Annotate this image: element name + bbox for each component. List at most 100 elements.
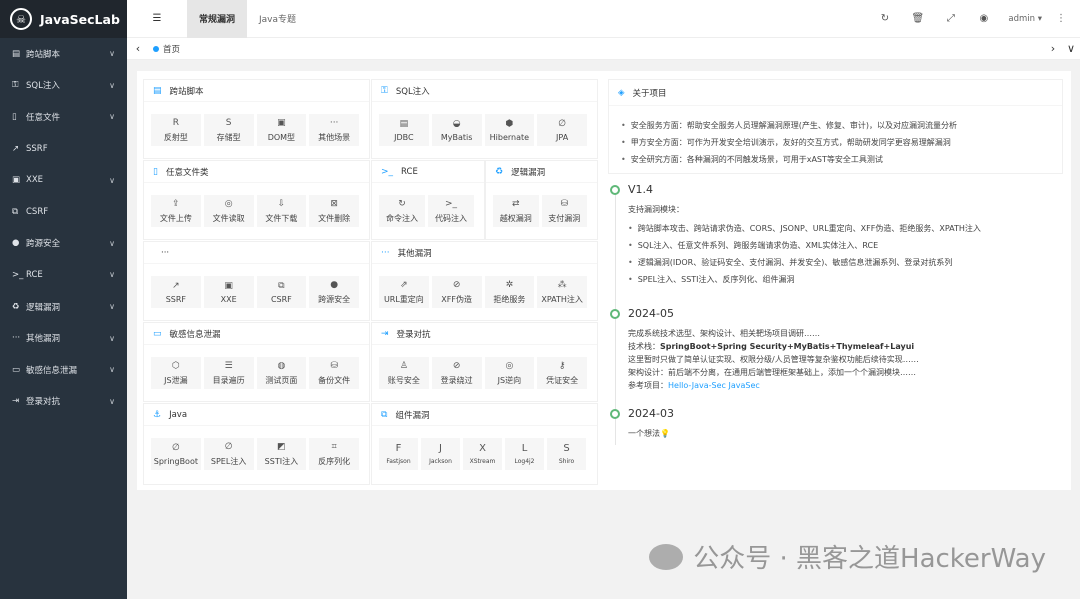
sidebar-item[interactable]: ⚿ SQL注入 ∨	[0, 70, 127, 102]
trash-icon[interactable]: 🗑	[901, 13, 934, 24]
chevron-left-icon[interactable]: ‹	[127, 42, 149, 55]
tech-stack: SpringBoot+Spring Security+MyBatis+Thyme…	[660, 342, 915, 351]
tile-label: XPATH注入	[541, 295, 583, 304]
tile-label: XXE	[220, 295, 237, 304]
vuln-tile[interactable]: ⊘ 登录绕过	[431, 357, 482, 389]
vuln-tile[interactable]: F Fastjson	[379, 438, 418, 470]
tile-icon: ↗	[172, 281, 180, 291]
github-icon[interactable]: ◉	[967, 13, 1000, 24]
sidebar-item-label: 逻辑漏洞	[26, 302, 61, 313]
vuln-tile[interactable]: ⚷ 凭证安全	[537, 357, 587, 389]
vuln-tile[interactable]: ∅ SpringBoot	[151, 438, 201, 470]
vuln-tile[interactable]: ⛁ 备份文件	[309, 357, 359, 389]
vuln-tile[interactable]: ∅ SPEL注入	[203, 438, 254, 470]
timeline-item: 2024-03 一个想法💡	[608, 407, 1063, 447]
sidebar-item[interactable]: ⇥ 登录对抗 ∨	[0, 386, 127, 418]
sidebar-item[interactable]: ♻ 逻辑漏洞 ∨	[0, 291, 127, 323]
vuln-tile[interactable]: L Log4j2	[505, 438, 544, 470]
sidebar-item-label: RCE	[26, 269, 43, 280]
tile-label: SpringBoot	[153, 457, 198, 466]
vuln-tile[interactable]: ⛁ 支付漏洞	[541, 195, 587, 227]
sidebar-item[interactable]: ▭ 敏感信息泄漏 ∨	[0, 354, 127, 386]
vuln-tile[interactable]: ● 跨源安全	[309, 276, 359, 308]
vuln-tile[interactable]: ↻ 命令注入	[379, 195, 425, 227]
vuln-tile[interactable]: S Shiro	[547, 438, 586, 470]
more-icon[interactable]: ⋮	[1056, 13, 1066, 24]
sidebar-item-icon: ↗	[12, 143, 20, 154]
vuln-tile[interactable]: ∅ JPA	[537, 114, 587, 146]
vuln-tile[interactable]: ⌗ 反序列化	[309, 438, 359, 470]
vuln-tile[interactable]: ⬢ Hibernate	[484, 114, 535, 146]
vuln-tile[interactable]: X XStream	[463, 438, 502, 470]
category-icon: ⚓	[153, 409, 162, 420]
sidebar-item[interactable]: >_ RCE ∨	[0, 259, 127, 291]
home-tab[interactable]: 首页	[153, 43, 180, 55]
tile-label: 文件读取	[212, 214, 245, 223]
vuln-tile[interactable]: ⇪ 文件上传	[151, 195, 201, 227]
vuln-tile[interactable]: ⊠ 文件删除	[309, 195, 359, 227]
vuln-tile[interactable]: S 存储型	[203, 114, 254, 146]
tab-common-vulns[interactable]: 常规漏洞	[187, 0, 248, 38]
chevron-down-icon[interactable]: ∨	[1062, 42, 1080, 55]
fullscreen-icon[interactable]: ⤢	[934, 13, 967, 24]
tab-bar: ‹ 首页 › ∨	[127, 38, 1080, 60]
tile-icon: ⬡	[171, 361, 180, 371]
tab-java-topics[interactable]: Java专题	[247, 0, 308, 38]
main-panel: ▤ 跨站脚本 R 反射型 S 存储型 ▣ DOM型 ··· 其他场景 ⚿ SQL注入 ▤ JDBC ◒ MyB…	[137, 71, 1071, 490]
about-card: ◈ 关于项目 安全服务方面：帮助安全服务人员理解漏洞原理(产生、修复、审计)，以…	[608, 79, 1063, 174]
sidebar-item[interactable]: ▯ 任意文件 ∨	[0, 101, 127, 133]
logo[interactable]: ☠ JavaSecLab	[0, 0, 127, 38]
vuln-tile[interactable]: R 反射型	[151, 114, 201, 146]
vuln-tile[interactable]: ✲ 拒绝服务	[484, 276, 535, 308]
vuln-tile[interactable]: ··· 其他场景	[309, 114, 359, 146]
vuln-tile[interactable]: ◩ SSTI注入	[256, 438, 307, 470]
vuln-tile[interactable]: ☰ 目录遍历	[203, 357, 254, 389]
timeline-text: 这里暂时只做了简单认证实现、权限分级/人员管理等复杂鉴权功能后续待实现……	[628, 355, 919, 364]
vuln-category-card: ▯ 任意文件类 ⇪ 文件上传 ◎ 文件读取 ⇩ 文件下载 ⊠ 文件删除	[143, 160, 370, 240]
vuln-tile[interactable]: ▣ DOM型	[256, 114, 307, 146]
chevron-right-icon[interactable]: ›	[1044, 42, 1062, 55]
refresh-icon[interactable]: ↻	[868, 13, 901, 24]
sidebar-item[interactable]: ⧉ CSRF	[0, 196, 127, 228]
tile-icon: ···	[329, 118, 339, 128]
tile-label: 目录遍历	[212, 376, 245, 385]
card-title: 逻辑漏洞	[511, 167, 546, 178]
vuln-tile[interactable]: ⧉ CSRF	[256, 276, 307, 308]
sidebar-item-label: 其他漏洞	[26, 334, 61, 345]
sidebar-item[interactable]: ↗ SSRF	[0, 133, 127, 165]
tile-icon: F	[395, 443, 402, 454]
vuln-tile[interactable]: ⇩ 文件下载	[256, 195, 307, 227]
timeline-text: 支持漏洞模块：	[628, 205, 684, 214]
vuln-tile[interactable]: ▤ JDBC	[379, 114, 429, 146]
category-icon: >_	[381, 166, 394, 177]
sidebar-item[interactable]: ▤ 跨站脚本 ∨	[0, 38, 127, 70]
vuln-tile[interactable]: ↗ SSRF	[151, 276, 201, 308]
vuln-tile[interactable]: ⬡ JS泄漏	[151, 357, 201, 389]
vuln-tile[interactable]: J Jackson	[421, 438, 460, 470]
sidebar-item[interactable]: ● 跨源安全 ∨	[0, 228, 127, 260]
card-title: Java	[169, 409, 188, 420]
tile-label: 反序列化	[318, 457, 351, 466]
sidebar-item[interactable]: ▣ XXE ∨	[0, 164, 127, 196]
category-icon: ⚿	[381, 85, 388, 96]
menu-toggle-icon[interactable]: ☰	[127, 13, 187, 24]
vuln-tile[interactable]: ◍ 测试页面	[256, 357, 307, 389]
vuln-tile[interactable]: ♙ 账号安全	[379, 357, 429, 389]
sidebar-item[interactable]: ··· 其他漏洞 ∨	[0, 322, 127, 354]
vuln-tile[interactable]: ▣ XXE	[203, 276, 254, 308]
tile-icon: ♙	[399, 361, 408, 371]
reference-link[interactable]: Hello-Java-Sec JavaSec	[668, 381, 760, 390]
tile-label: 文件删除	[318, 214, 351, 223]
vuln-tile[interactable]: ◎ 文件读取	[203, 195, 254, 227]
vuln-tile[interactable]: >_ 代码注入	[428, 195, 474, 227]
user-menu[interactable]: admin ▾	[1008, 14, 1042, 24]
vuln-tile[interactable]: ⇄ 越权漏洞	[493, 195, 539, 227]
vuln-tile[interactable]: ◒ MyBatis	[431, 114, 482, 146]
vuln-tile[interactable]: ⇗ URL重定向	[379, 276, 429, 308]
about-item: 安全研究方面：各种漏洞的不同触发场景，可用于xAST等安全工具测试	[621, 151, 1062, 168]
sidebar-item-label: 跨站脚本	[26, 49, 61, 60]
vuln-tile[interactable]: ⁂ XPATH注入	[537, 276, 587, 308]
vuln-tile[interactable]: ⊘ XFF伪造	[431, 276, 482, 308]
tile-icon: ▤	[399, 119, 409, 129]
vuln-tile[interactable]: ◎ JS逆向	[484, 357, 535, 389]
